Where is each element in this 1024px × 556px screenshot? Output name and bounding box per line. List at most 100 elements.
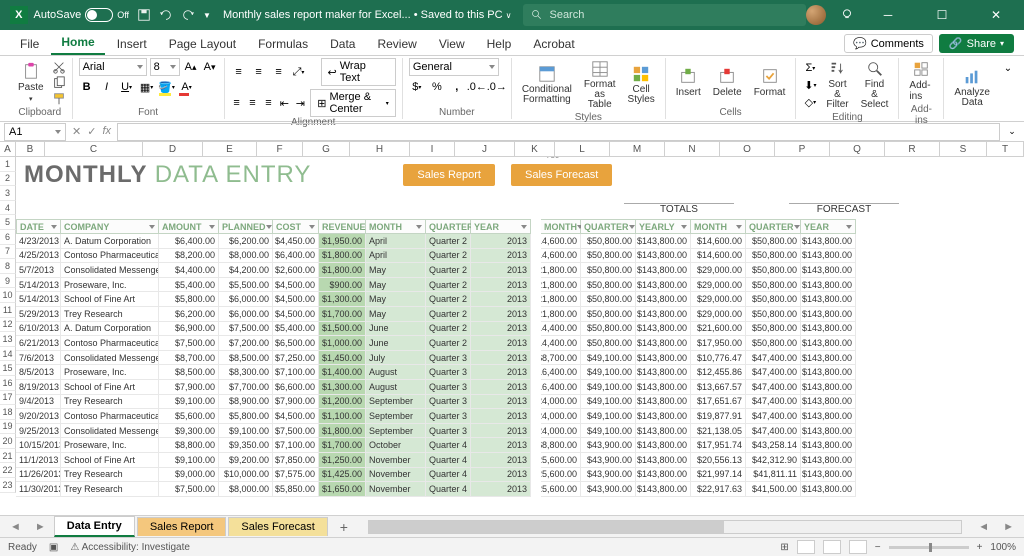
table-header[interactable]: QUARTER [746,219,801,234]
align-right-icon[interactable]: ≡ [262,95,274,111]
table-cell[interactable]: $50,800.00 [581,263,636,278]
table-cell[interactable]: May [366,263,426,278]
row-header[interactable]: 11 [0,303,16,318]
table-cell[interactable]: $143,800.00 [801,249,856,264]
table-cell[interactable]: 2013 [471,263,531,278]
table-cell[interactable]: $143,800.00 [636,468,691,483]
expand-formula-bar-icon[interactable]: ⌄ [1004,124,1020,140]
table-cell[interactable]: 2013 [471,234,531,249]
tab-review[interactable]: Review [367,33,426,55]
table-cell[interactable]: $1,000.00 [319,336,366,351]
fill-icon[interactable]: ⬇▾ [802,77,818,93]
table-cell[interactable]: $17,951.74 [691,438,746,453]
font-color-button[interactable]: A▾ [179,79,195,95]
table-cell[interactable]: $24,000.00 [541,424,581,439]
table-cell[interactable]: August [366,380,426,395]
tab-acrobat[interactable]: Acrobat [523,33,584,55]
zoom-out-icon[interactable]: − [875,542,881,553]
table-cell[interactable]: $2,600.00 [273,263,319,278]
table-cell[interactable]: Contoso Pharmaceuticals [61,249,159,264]
table-cell[interactable]: $8,800.00 [159,438,219,453]
table-cell[interactable]: $29,000.00 [691,263,746,278]
table-cell[interactable]: $47,400.00 [746,380,801,395]
table-cell[interactable]: 11/26/2013 [16,468,61,483]
table-cell[interactable]: $50,800.00 [581,307,636,322]
col-header[interactable]: R [885,142,940,156]
table-header[interactable]: COST [273,219,319,234]
format-cells-button[interactable]: Format [750,65,790,100]
table-cell[interactable]: School of Fine Art [61,292,159,307]
table-cell[interactable]: $17,950.00 [691,336,746,351]
row-header[interactable]: 12 [0,318,16,333]
col-header[interactable]: E [203,142,257,156]
table-cell[interactable]: $16,400.00 [541,365,581,380]
table-cell[interactable]: Proseware, Inc. [61,365,159,380]
table-cell[interactable]: $8,700.00 [541,351,581,366]
table-cell[interactable]: $7,500.00 [159,336,219,351]
table-cell[interactable]: $1,300.00 [319,292,366,307]
table-cell[interactable]: $50,800.00 [746,322,801,337]
table-cell[interactable]: $7,850.00 [273,453,319,468]
table-cell[interactable]: $6,600.00 [273,380,319,395]
table-cell[interactable]: $50,800.00 [746,234,801,249]
border-button[interactable]: ▦▾ [139,79,155,95]
table-cell[interactable]: $143,800.00 [636,409,691,424]
table-cell[interactable]: 2013 [471,351,531,366]
table-cell[interactable]: 5/29/2013 [16,307,61,322]
table-cell[interactable]: $143,800.00 [636,322,691,337]
table-cell[interactable]: $143,800.00 [801,351,856,366]
table-cell[interactable]: $5,850.00 [273,482,319,497]
search-input[interactable]: Search [523,4,806,26]
table-cell[interactable]: Quarter 2 [426,234,471,249]
table-cell[interactable]: $43,900.00 [581,482,636,497]
zoom-level[interactable]: 100% [990,542,1016,553]
clear-icon[interactable]: ◇▾ [802,94,818,110]
table-cell[interactable]: $43,900.00 [581,468,636,483]
table-cell[interactable]: $21,997.14 [691,468,746,483]
table-cell[interactable]: Proseware, Inc. [61,438,159,453]
tab-formulas[interactable]: Formulas [248,33,318,55]
table-cell[interactable]: 2013 [471,424,531,439]
table-cell[interactable]: $143,800.00 [636,249,691,264]
col-header[interactable]: K [515,142,555,156]
table-cell[interactable]: $14,600.00 [691,234,746,249]
table-cell[interactable]: $4,400.00 [159,263,219,278]
table-cell[interactable]: Quarter 3 [426,424,471,439]
find-select-button[interactable]: Find & Select [857,58,893,112]
table-cell[interactable]: $143,800.00 [636,292,691,307]
page-layout-view-icon[interactable] [823,540,841,554]
align-middle-icon[interactable]: ≡ [251,64,267,80]
table-cell[interactable]: $41,500.00 [746,482,801,497]
fill-color-button[interactable]: 🪣▾ [159,79,175,95]
increase-decimal-icon[interactable]: .0← [469,79,485,95]
table-header[interactable]: QUARTER [581,219,636,234]
table-cell[interactable]: $29,000.00 [691,292,746,307]
merge-center-button[interactable]: ⊞ Merge & Center ▾ [310,89,396,117]
table-header[interactable]: PLANNED [219,219,273,234]
table-cell[interactable]: $1,700.00 [319,438,366,453]
table-cell[interactable]: $143,800.00 [801,482,856,497]
toggle-off-icon[interactable] [85,8,113,22]
tab-home[interactable]: Home [51,31,104,55]
table-cell[interactable]: 2013 [471,292,531,307]
grid[interactable]: 730 MONTHLY DATA ENTRY Sales Report Sale… [16,157,1024,515]
table-cell[interactable]: 2013 [471,365,531,380]
table-cell[interactable]: $24,000.00 [541,395,581,410]
table-cell[interactable]: $50,800.00 [746,307,801,322]
table-row[interactable]: 4/23/2013A. Datum Corporation$6,400.00$6… [16,234,856,249]
table-row[interactable]: 7/6/2013Consolidated Messenger$8,700.00$… [16,351,856,366]
table-header[interactable]: YEAR [471,219,531,234]
table-cell[interactable]: $143,800.00 [636,234,691,249]
table-cell[interactable]: $6,200.00 [219,234,273,249]
row-header[interactable]: 4 [0,201,16,216]
save-icon[interactable] [137,8,151,22]
table-cell[interactable]: 9/4/2013 [16,395,61,410]
table-cell[interactable]: $143,800.00 [801,468,856,483]
table-cell[interactable]: 6/10/2013 [16,322,61,337]
formula-bar[interactable] [117,123,1000,141]
row-header[interactable]: 21 [0,449,16,464]
table-cell[interactable]: $50,800.00 [581,292,636,307]
table-cell[interactable]: $4,500.00 [273,292,319,307]
table-cell[interactable]: $7,500.00 [273,424,319,439]
col-header[interactable]: M [610,142,665,156]
